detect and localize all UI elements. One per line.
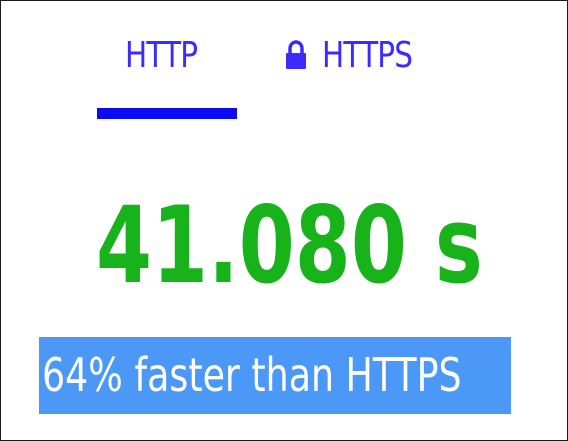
load-time-value: 41.080 s (96, 184, 483, 307)
active-tab-underline (97, 108, 237, 119)
lock-icon (286, 40, 306, 69)
tab-https[interactable]: HTTPS (322, 31, 413, 81)
comparison-text: 64% faster than HTTPS (42, 348, 462, 402)
protocol-tabs: HTTP HTTPS (1, 1, 568, 131)
tab-http[interactable]: HTTP (125, 31, 198, 81)
speed-result-panel: HTTP HTTPS 41.080 s 64% faster than HTTP… (0, 0, 568, 441)
comparison-banner: 64% faster than HTTPS (39, 337, 511, 414)
